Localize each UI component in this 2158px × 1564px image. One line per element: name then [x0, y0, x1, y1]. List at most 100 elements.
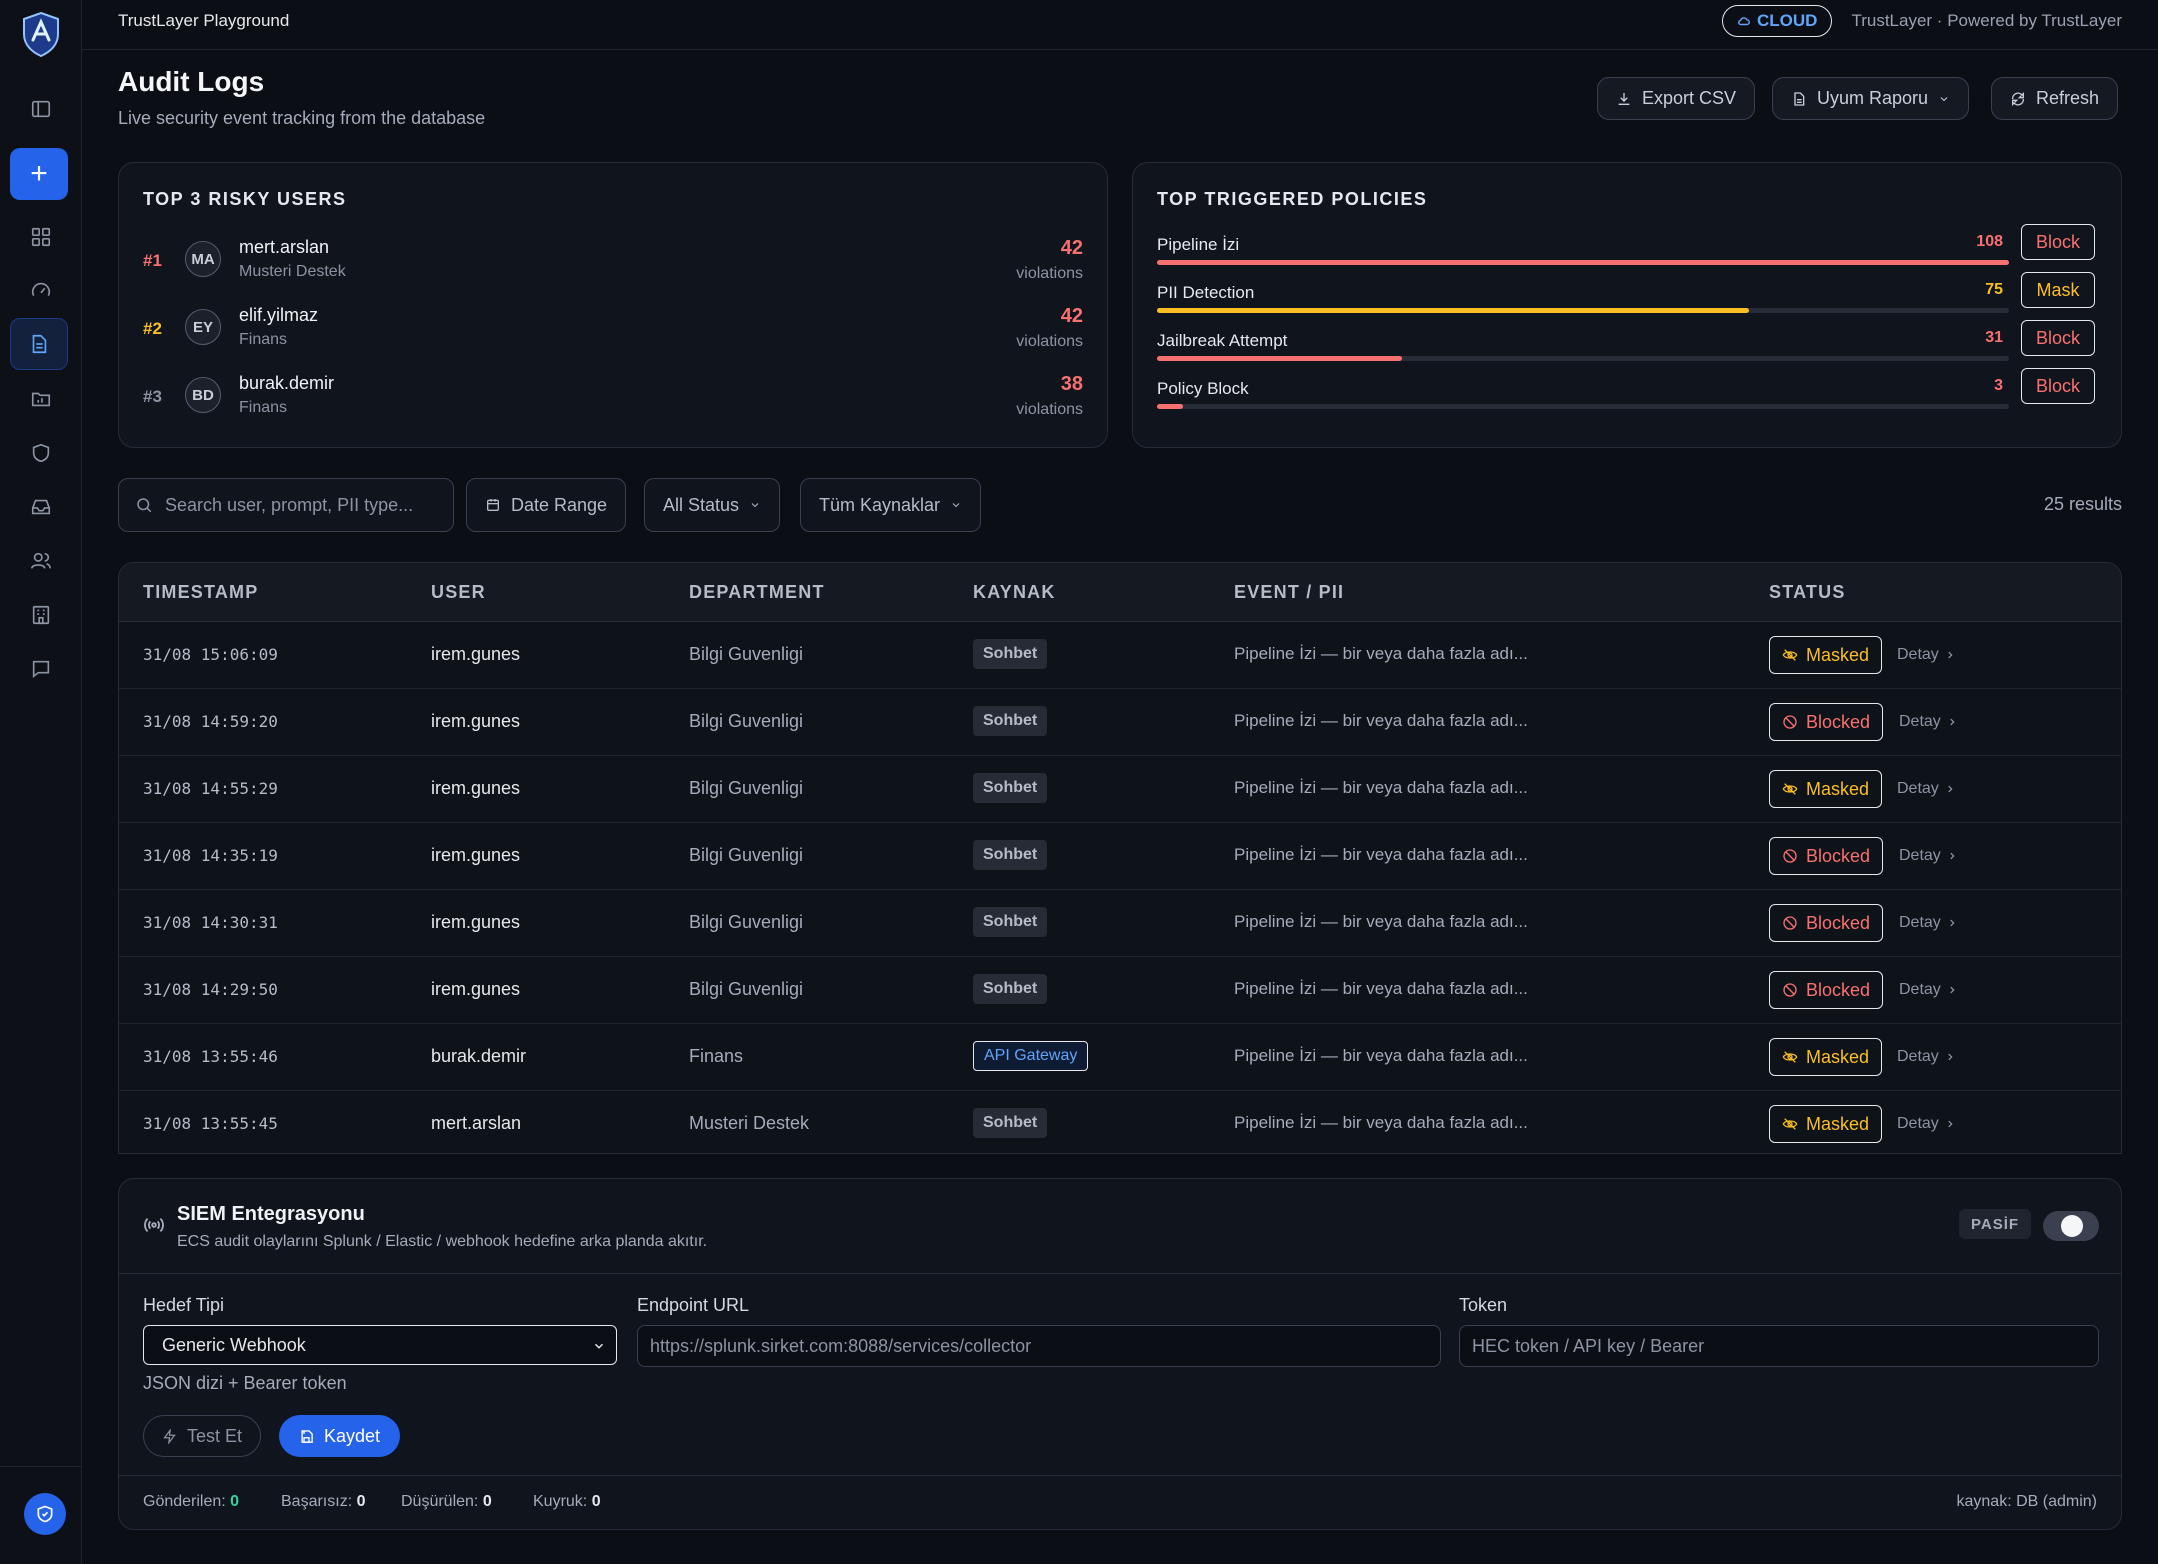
- chevron-right-icon: [1950, 718, 1955, 726]
- source-tag: API Gateway: [973, 1041, 1089, 1071]
- endpoint-url-label: Endpoint URL: [637, 1295, 750, 1315]
- app-title: TrustLayer Playground: [118, 11, 290, 30]
- save-button[interactable]: Kaydet: [279, 1415, 401, 1457]
- table-row[interactable]: 31/08 14:30:31 irem.gunes Bilgi Guvenligi S…: [119, 890, 2121, 957]
- detail-link[interactable]: Detay: [1899, 981, 1957, 999]
- table-row[interactable]: 31/08 14:59:20 irem.gunes Bilgi Guvenligi S…: [119, 689, 2121, 756]
- column-header-status[interactable]: STATUS: [1769, 582, 1846, 603]
- detail-label: Detay: [1899, 713, 1941, 730]
- stat-queue: Kuyruk: 0: [533, 1493, 601, 1511]
- siem-integration-card: SIEM Entegrasyonu ECS audit olaylarını S…: [118, 1178, 2122, 1530]
- column-header-department[interactable]: DEPARTMENT: [689, 582, 825, 603]
- gauge-icon[interactable]: [26, 276, 56, 306]
- trustlayer-logo[interactable]: [19, 10, 63, 58]
- table-row[interactable]: 31/08 14:55:29 irem.gunes Bilgi Guvenligi S…: [119, 756, 2121, 823]
- detail-link[interactable]: Detay: [1899, 847, 1957, 865]
- policy-count: 31: [1985, 329, 2003, 346]
- siem-subtitle: ECS audit olaylarını Splunk / Elastic / …: [177, 1233, 708, 1250]
- table-row[interactable]: 31/08 14:29:50 irem.gunes Bilgi Guvenligi S…: [119, 957, 2121, 1024]
- building-icon[interactable]: [26, 600, 56, 630]
- table-row[interactable]: 31/08 14:35:19 irem.gunes Bilgi Guvenligi S…: [119, 823, 2121, 890]
- source-tag: Sohbet: [973, 706, 1048, 736]
- search-box[interactable]: [118, 478, 454, 532]
- target-type-select[interactable]: Generic Webhook: [143, 1325, 617, 1365]
- audit-logs-nav-item[interactable]: [10, 318, 68, 370]
- risky-user-row[interactable]: #1 MA mert.arslan Musteri Destek 42 viol…: [143, 237, 1083, 297]
- compliance-report-button[interactable]: Uyum Raporu: [1772, 77, 1970, 120]
- column-header-source[interactable]: KAYNAK: [973, 582, 1056, 603]
- policy-name: PII Detection: [1157, 283, 1255, 302]
- department-cell: Bilgi Guvenligi: [689, 912, 804, 932]
- detail-link[interactable]: Detay: [1897, 780, 1955, 798]
- department-cell: Bilgi Guvenligi: [689, 644, 804, 664]
- cloud-label: CLOUD: [1757, 11, 1818, 30]
- policy-row[interactable]: PII Detection 75 Mask: [1157, 272, 2097, 327]
- column-header-user[interactable]: USER: [431, 582, 486, 603]
- department-cell: Bilgi Guvenligi: [689, 778, 804, 798]
- policy-row[interactable]: Jailbreak Attempt 31 Block: [1157, 320, 2097, 375]
- export-csv-button[interactable]: Export CSV: [1597, 77, 1756, 120]
- risky-users-title: TOP 3 RISKY USERS: [143, 189, 347, 209]
- policy-row[interactable]: Pipeline İzi 108 Block: [1157, 224, 2097, 279]
- detail-link[interactable]: Detay: [1897, 646, 1955, 664]
- message-icon[interactable]: [26, 654, 56, 684]
- detail-link[interactable]: Detay: [1897, 1115, 1955, 1133]
- stat-sent: Gönderilen: 0: [143, 1493, 239, 1511]
- column-header-event[interactable]: EVENT / PII: [1234, 582, 1344, 603]
- detail-link[interactable]: Detay: [1899, 713, 1957, 731]
- divider: [119, 1475, 2121, 1476]
- dashboard-icon[interactable]: [26, 222, 56, 252]
- user-avatar-button[interactable]: [24, 1493, 66, 1535]
- event-cell: Pipeline İzi — bir veya daha fazla adı..…: [1234, 912, 1528, 931]
- search-input[interactable]: [165, 494, 445, 516]
- siem-toggle[interactable]: [2043, 1211, 2099, 1241]
- cloud-badge: CLOUD: [1722, 5, 1833, 37]
- user-cell: irem.gunes: [431, 644, 521, 664]
- risk-rank: #2: [143, 319, 162, 338]
- timestamp-cell: 31/08 13:55:45: [143, 1114, 278, 1133]
- new-chat-button[interactable]: +: [10, 148, 68, 200]
- shield-icon[interactable]: [26, 438, 56, 468]
- policy-action-badge: Mask: [2021, 272, 2095, 308]
- users-icon[interactable]: [26, 546, 56, 576]
- source-tag: Sohbet: [973, 639, 1048, 669]
- table-row[interactable]: 31/08 15:06:09 irem.gunes Bilgi Guvenligi S…: [119, 622, 2121, 689]
- detail-link[interactable]: Detay: [1897, 1048, 1955, 1066]
- column-header-timestamp[interactable]: TIMESTAMP: [143, 582, 258, 603]
- detail-link[interactable]: Detay: [1899, 914, 1957, 932]
- search-icon: [137, 498, 152, 513]
- stat-value: 0: [591, 1493, 601, 1510]
- table-row[interactable]: 31/08 13:55:45 mert.arslan Musteri Destek S…: [119, 1091, 2121, 1153]
- policy-count: 108: [1976, 233, 2003, 250]
- status-filter-label: All Status: [663, 494, 740, 515]
- token-input[interactable]: [1459, 1325, 2099, 1367]
- chevron-down-icon: [594, 1343, 604, 1349]
- inbox-icon[interactable]: [26, 492, 56, 522]
- status-badge: Blocked: [1769, 837, 1884, 875]
- ban-icon: [1783, 849, 1797, 863]
- policy-row[interactable]: Policy Block 3 Block: [1157, 368, 2097, 423]
- bolt-icon: [163, 1428, 176, 1444]
- policy-bar-track: [1157, 356, 2009, 361]
- export-csv-label: Export CSV: [1642, 88, 1737, 108]
- test-button[interactable]: Test Et: [143, 1415, 262, 1457]
- table-row[interactable]: 31/08 13:55:46 burak.demir Finans API Gatew…: [119, 1024, 2121, 1091]
- status-filter-select[interactable]: All Status: [644, 478, 781, 532]
- sidebar-toggle-icon[interactable]: [26, 94, 56, 124]
- risky-user-row[interactable]: #2 EY elif.yilmaz Finans 42 violations: [143, 305, 1083, 365]
- folder-chart-icon[interactable]: [26, 384, 56, 414]
- stat-label: Kuyruk:: [533, 1493, 588, 1510]
- department-cell: Finans: [689, 1046, 744, 1066]
- stat-value: 0: [230, 1493, 240, 1510]
- source-filter-select[interactable]: Tüm Kaynaklar: [800, 478, 982, 532]
- risky-user-row[interactable]: #3 BD burak.demir Finans 38 violations: [143, 373, 1083, 433]
- status-label: Masked: [1806, 778, 1870, 799]
- policy-bar-track: [1157, 308, 2009, 313]
- date-range-button[interactable]: Date Range: [466, 478, 627, 532]
- refresh-button[interactable]: Refresh: [1991, 77, 2119, 120]
- avatar: MA: [185, 241, 221, 277]
- chevron-right-icon: [1948, 1120, 1953, 1128]
- timestamp-cell: 31/08 14:29:50: [143, 980, 278, 999]
- endpoint-url-input[interactable]: [637, 1325, 1441, 1367]
- broadcast-icon: [144, 1217, 164, 1233]
